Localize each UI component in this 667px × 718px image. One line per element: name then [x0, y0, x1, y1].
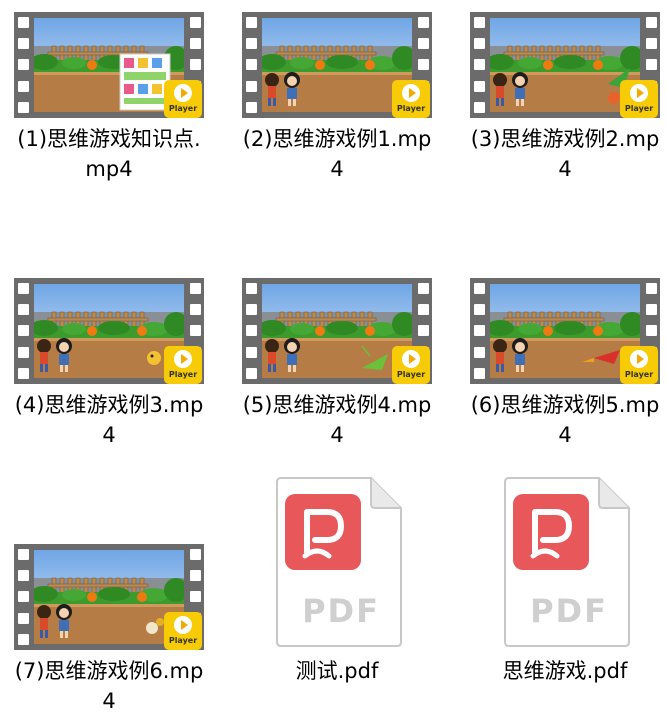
- file-item[interactable]: PDF 思维游戏.pdf: [460, 474, 667, 686]
- file-name: 测试.pdf: [295, 659, 379, 683]
- file-item[interactable]: Player (2)思维游戏例1.mp4: [232, 12, 442, 184]
- file-name: (2)思维游戏例1.mp4: [242, 127, 432, 181]
- file-item[interactable]: Player (4)思维游戏例3.mp4: [4, 278, 214, 450]
- player-badge: Player: [164, 80, 202, 118]
- video-thumbnail: Player: [242, 12, 432, 118]
- pdf-label: PDF: [302, 592, 380, 630]
- play-icon: [630, 84, 648, 102]
- file-name: (5)思维游戏例4.mp4: [242, 393, 432, 447]
- player-badge: Player: [164, 346, 202, 384]
- video-thumbnail: Player: [14, 12, 204, 118]
- file-name: (4)思维游戏例3.mp4: [14, 393, 204, 447]
- file-item[interactable]: Player (7)思维游戏例6.mp4: [4, 544, 214, 716]
- pdf-file-icon: PDF: [267, 474, 407, 650]
- video-thumbnail: Player: [470, 278, 660, 384]
- player-badge: Player: [164, 612, 202, 650]
- player-badge: Player: [392, 346, 430, 384]
- player-badge: Player: [620, 80, 658, 118]
- file-item[interactable]: PDF 测试.pdf: [232, 474, 442, 686]
- file-item[interactable]: Player (5)思维游戏例4.mp4: [232, 278, 442, 450]
- video-thumbnail: Player: [14, 278, 204, 384]
- play-icon: [174, 84, 192, 102]
- file-name: (7)思维游戏例6.mp4: [14, 659, 204, 713]
- file-item[interactable]: Player (6)思维游戏例5.mp4: [460, 278, 667, 450]
- file-name: (3)思维游戏例2.mp4: [470, 127, 660, 181]
- play-icon: [174, 616, 192, 634]
- pdf-label: PDF: [530, 592, 608, 630]
- player-badge: Player: [392, 80, 430, 118]
- play-icon: [402, 350, 420, 368]
- video-thumbnail: Player: [14, 544, 204, 650]
- file-name: (6)思维游戏例5.mp4: [470, 393, 660, 447]
- video-thumbnail: Player: [470, 12, 660, 118]
- file-item[interactable]: Player (1)思维游戏知识点.mp4: [4, 12, 214, 184]
- file-name: (1)思维游戏知识点.mp4: [17, 127, 201, 181]
- play-icon: [630, 350, 648, 368]
- pdf-file-icon: PDF: [495, 474, 635, 650]
- play-icon: [402, 84, 420, 102]
- player-badge: Player: [620, 346, 658, 384]
- file-item[interactable]: Player (3)思维游戏例2.mp4: [460, 12, 667, 184]
- video-thumbnail: Player: [242, 278, 432, 384]
- play-icon: [174, 350, 192, 368]
- file-name: 思维游戏.pdf: [502, 659, 628, 683]
